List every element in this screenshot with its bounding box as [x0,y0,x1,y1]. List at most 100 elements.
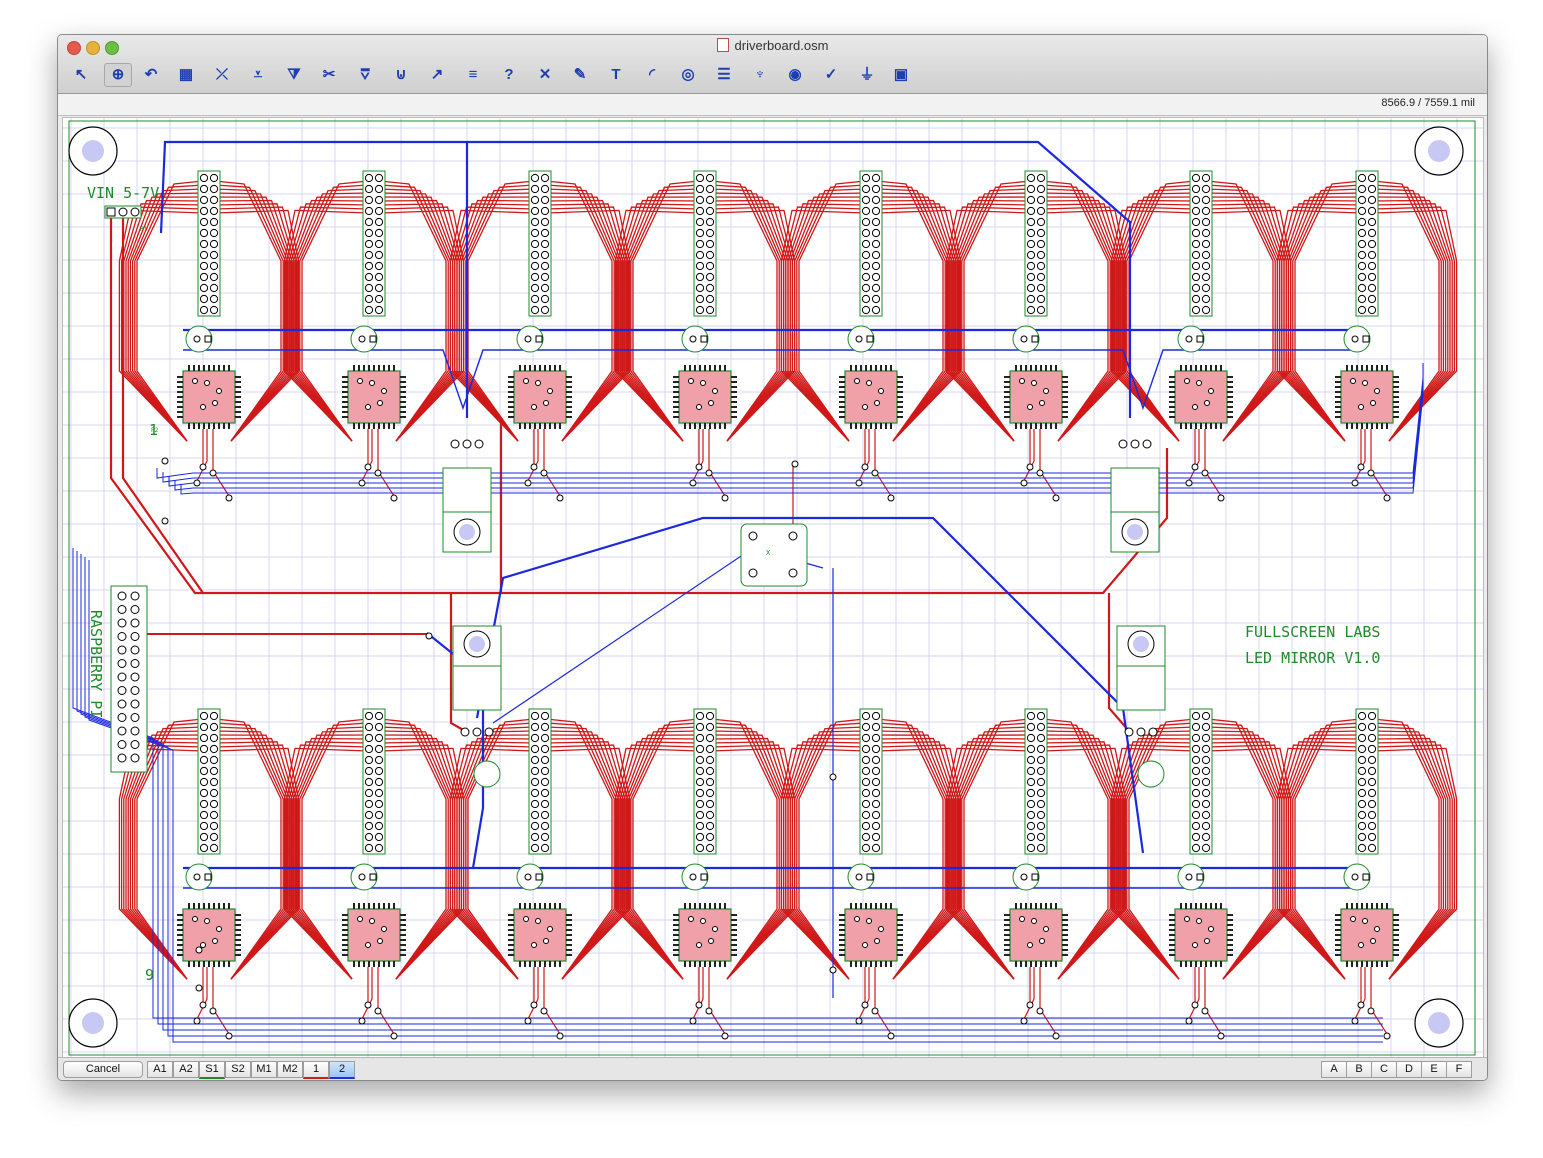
header-pin [1201,711,1211,721]
delete-icon[interactable]: ✕ [532,63,558,87]
pad-icon[interactable]: ⊍ [388,63,414,87]
layer-button-a2[interactable]: A2 [173,1061,199,1078]
cut-icon[interactable]: ✂ [316,63,342,87]
layer-button-1[interactable]: 1 [303,1061,329,1079]
header-pin [209,261,219,271]
pencil-icon[interactable]: ✎ [567,63,593,87]
connect-icon[interactable]: ↗ [424,63,450,87]
header-pin [540,217,550,227]
via [861,1001,869,1009]
header-pin [695,184,705,194]
header-pin [209,755,219,765]
pcb-canvas[interactable]: VIN 5-7V P1 P2 RASPBERRY PI FULLSCREEN L… [62,117,1484,1059]
capacitor-pad [700,873,708,881]
cancel-button[interactable]: Cancel [63,1061,143,1078]
header-pin [861,272,871,282]
header-pin [364,777,374,787]
layer-button-2[interactable]: 2 [329,1061,355,1079]
header-pin [1026,184,1036,194]
text-icon[interactable]: T [603,63,629,87]
side-button-f[interactable]: F [1446,1061,1472,1078]
select-arrow-icon[interactable]: ↖ [68,63,94,87]
side-button-a[interactable]: A [1321,1061,1347,1078]
ring-icon[interactable]: ◉ [782,63,808,87]
component-icon[interactable]: ▦ [173,63,199,87]
header-pin [364,305,374,315]
header-pin [1201,305,1211,315]
header-pin [1036,305,1046,315]
header-pin [1367,832,1377,842]
header-pin [199,777,209,787]
header-pin [540,821,550,831]
header-pin [1191,272,1201,282]
rpi-pin [117,645,127,655]
header-pin [364,294,374,304]
layer-button-s2[interactable]: S2 [225,1061,251,1078]
help-icon[interactable]: ? [496,63,522,87]
merge-icon[interactable]: ⩢ [352,63,378,87]
chip-icon[interactable]: ▣ [888,63,914,87]
header-pin [540,810,550,820]
via [193,1017,201,1025]
circle-icon[interactable]: ◎ [675,63,701,87]
header-pin [871,272,881,282]
header-pin [1026,843,1036,853]
via [535,918,541,924]
connector-pin [118,207,128,217]
header-pin [871,755,881,765]
header-pin [1026,195,1036,205]
header-pin [1201,283,1211,293]
layer-button-a1[interactable]: A1 [147,1061,173,1078]
via [1217,1032,1225,1040]
arc-icon[interactable]: ◜ [639,63,665,87]
header-pin [530,239,540,249]
header-pin [540,239,550,249]
ground-icon[interactable]: ⏚ [854,63,880,87]
via [1370,400,1376,406]
layer-button-m2[interactable]: M2 [277,1061,303,1078]
driver-chip [347,908,401,962]
header-pin [374,821,384,831]
side-button-c[interactable]: C [1371,1061,1397,1078]
header-pin [705,799,715,809]
check-icon[interactable]: ✓ [818,63,844,87]
header-pin [209,744,219,754]
via [1208,926,1214,932]
side-button-d[interactable]: D [1396,1061,1422,1078]
via [887,494,895,502]
header-pin [705,250,715,260]
header-pin [530,206,540,216]
raspberry-pi-label: RASPBERRY PI [87,610,105,718]
capacitor-pad [524,873,532,881]
header-pin [861,711,871,721]
header-pin [364,239,374,249]
rpi-pin [130,632,140,641]
coordinate-bar: 8566.9 / 7559.1 mil [58,94,1487,116]
via-icon[interactable]: ⩡ [245,63,271,87]
filter-icon[interactable]: ⧩ [281,63,307,87]
layer-button-s1[interactable]: S1 [199,1061,225,1079]
via [1185,479,1193,487]
pcb-layout-drawing[interactable]: VIN 5-7V P1 P2 RASPBERRY PI FULLSCREEN L… [63,118,1483,1058]
p1-label: P1 [140,226,148,233]
header-pin [1367,755,1377,765]
rpi-pin [117,672,127,682]
via [696,404,702,410]
side-button-b[interactable]: B [1346,1061,1372,1078]
header-pin [530,711,540,721]
side-button-e[interactable]: E [1421,1061,1447,1078]
zoom-icon[interactable]: ⊕ [104,63,132,87]
antenna-icon[interactable]: ♆ [747,63,773,87]
driver-chip [678,908,732,962]
header-pin [1036,272,1046,282]
header-pin [1191,283,1201,293]
header-pin [1036,832,1046,842]
regulator-hole-pad [1133,636,1149,652]
undo-icon[interactable]: ↶ [138,63,164,87]
layer-button-m1[interactable]: M1 [251,1061,277,1078]
oscillator-pin [748,568,758,578]
route-icon[interactable]: ⤫ [209,63,235,87]
bus-icon[interactable]: ≡ [460,63,486,87]
array-icon[interactable]: ☰ [711,63,737,87]
header-pin [705,173,715,183]
